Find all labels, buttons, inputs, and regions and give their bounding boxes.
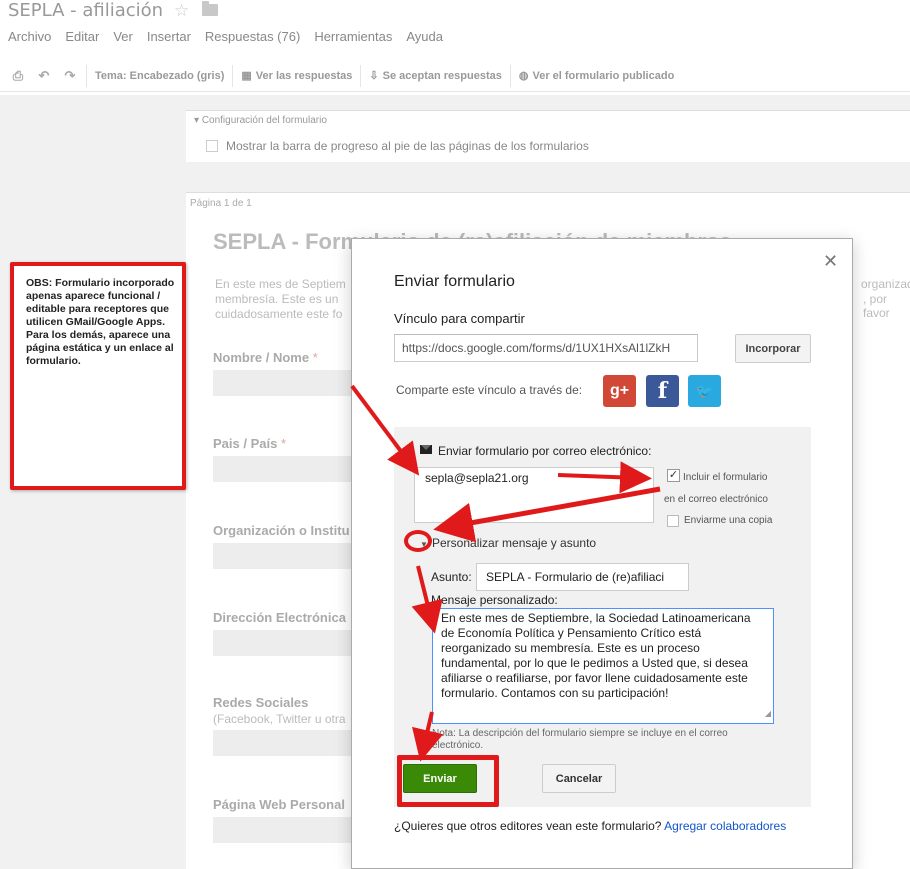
send-copy-label: Enviarme una copia xyxy=(684,515,773,526)
message-textarea[interactable]: En este mes de Septiembre, la Sociedad L… xyxy=(432,608,774,724)
question-label: Página Web Personal xyxy=(213,797,345,812)
menu-respuestas[interactable]: Respuestas (76) xyxy=(205,29,300,44)
share-via-label: Comparte este vínculo a través de: xyxy=(396,383,583,397)
form-settings-card: ▾ Configuración del formulario Mostrar l… xyxy=(186,110,910,162)
toolbar-divider xyxy=(86,64,87,87)
annotation-note-text: OBS: Formulario incorporado apenas apare… xyxy=(26,277,175,367)
envelope-icon xyxy=(420,445,432,454)
required-marker: * xyxy=(280,436,287,451)
subject-label: Asunto: xyxy=(431,570,472,584)
menu-archivo[interactable]: Archivo xyxy=(8,29,51,44)
question-input[interactable] xyxy=(213,456,353,482)
toolbar-divider xyxy=(509,64,511,87)
cancel-button[interactable]: Cancelar xyxy=(542,764,616,793)
embed-button[interactable]: Incorporar xyxy=(735,334,811,363)
menu-bar: Archivo Editar Ver Insertar Respuestas (… xyxy=(8,29,457,44)
form-description-fragment: organizad xyxy=(861,277,910,291)
question-input[interactable] xyxy=(213,817,353,843)
subject-input[interactable]: SEPLA - Formulario de (re)afiliaci xyxy=(476,563,689,591)
collaborators-prompt: ¿Quieres que otros editores vean este fo… xyxy=(394,819,814,834)
question-label: Redes Sociales xyxy=(213,695,309,710)
include-form-checkbox[interactable]: ✓ xyxy=(667,469,680,482)
view-responses-button[interactable]: ▦ Ver las respuestas xyxy=(241,69,353,83)
description-note: Nota: La descripción del formulario siem… xyxy=(432,728,728,751)
progress-bar-checkbox[interactable] xyxy=(206,140,218,152)
question-text: Nombre / Nome xyxy=(213,350,310,365)
twitter-icon[interactable]: 🐦 xyxy=(688,375,721,407)
accepting-label: Se aceptan respuestas xyxy=(382,69,502,82)
inbox-icon: ⇩ xyxy=(369,70,379,82)
toolbar-divider xyxy=(360,64,362,87)
question-text: Pais / País xyxy=(213,436,278,451)
question-input[interactable] xyxy=(213,630,353,656)
progress-bar-option: Mostrar la barra de progreso al pie de l… xyxy=(206,139,589,153)
message-text: En este mes de Septiembre, la Sociedad L… xyxy=(441,611,751,700)
app-header: SEPLA - afiliación ☆ Archivo Editar Ver … xyxy=(0,0,910,95)
menu-herramientas[interactable]: Herramientas xyxy=(314,29,392,44)
email-panel: Enviar formulario por correo electrónico… xyxy=(394,427,811,807)
view-published-label: Ver el formulario publicado xyxy=(532,69,675,82)
document-title[interactable]: SEPLA - afiliación xyxy=(8,0,163,21)
question-input[interactable] xyxy=(213,730,353,756)
send-copy-checkbox[interactable] xyxy=(667,515,679,527)
theme-label: Tema: Encabezado (gris) xyxy=(95,69,225,82)
print-icon[interactable]: ⎙ xyxy=(10,68,26,84)
google-plus-icon[interactable]: g+ xyxy=(603,375,636,407)
view-published-button[interactable]: ◍ Ver el formulario publicado xyxy=(518,69,675,83)
facebook-icon[interactable]: f xyxy=(646,375,679,407)
recipients-input[interactable]: sepla@sepla21.org xyxy=(414,467,654,523)
folder-icon[interactable] xyxy=(202,1,218,16)
form-settings-header[interactable]: ▾ Configuración del formulario xyxy=(194,115,327,126)
share-link-input[interactable]: https://docs.google.com/forms/d/1UX1HXsA… xyxy=(394,334,698,362)
question-label: Organización o Institu xyxy=(213,523,350,538)
required-marker: * xyxy=(312,350,318,365)
page-indicator: Página 1 de 1 xyxy=(190,198,252,209)
customize-toggle[interactable]: Personalizar mensaje y asunto xyxy=(432,536,596,550)
globe-icon: ◍ xyxy=(518,70,529,82)
close-icon[interactable]: ✕ xyxy=(823,251,838,272)
annotation-circle xyxy=(404,530,432,552)
form-settings-heading: Configuración del formulario xyxy=(201,115,327,126)
progress-bar-label: Mostrar la barra de progreso al pie de l… xyxy=(226,139,589,153)
question-label: Pais / País * xyxy=(213,436,286,451)
table-icon: ▦ xyxy=(241,70,252,82)
menu-editar[interactable]: Editar xyxy=(65,29,99,44)
theme-button[interactable]: Tema: Encabezado (gris) xyxy=(95,70,224,82)
redo-icon[interactable]: ↷ xyxy=(62,68,78,84)
menu-ver[interactable]: Ver xyxy=(113,29,133,44)
view-responses-label: Ver las respuestas xyxy=(255,69,353,82)
dialog-title: Enviar formulario xyxy=(394,273,515,290)
collaborators-text: ¿Quieres que otros editores vean este fo… xyxy=(394,819,662,833)
resize-handle-icon[interactable]: ◢ xyxy=(765,706,771,721)
annotation-note: OBS: Formulario incorporado apenas apare… xyxy=(10,262,186,490)
menu-ayuda[interactable]: Ayuda xyxy=(406,29,443,44)
question-label: Nombre / Nome * xyxy=(213,350,318,365)
email-heading: Enviar formulario por correo electrónico… xyxy=(438,444,652,458)
question-help: (Facebook, Twitter u otra xyxy=(213,712,346,726)
menu-insertar[interactable]: Insertar xyxy=(147,29,191,44)
question-input[interactable] xyxy=(213,370,353,396)
star-icon[interactable]: ☆ xyxy=(174,1,189,21)
share-link-label: Vínculo para compartir xyxy=(394,311,525,326)
add-collaborators-link[interactable]: Agregar colaboradores xyxy=(664,819,786,833)
question-input[interactable] xyxy=(213,543,353,569)
message-label: Mensaje personalizado: xyxy=(431,593,558,607)
accepting-responses-button[interactable]: ⇩ Se aceptan respuestas xyxy=(369,69,502,83)
question-label: Dirección Electrónica xyxy=(213,610,346,625)
form-description-fragment: , por favor xyxy=(863,292,890,320)
include-form-label-continued: en el correo electrónico xyxy=(664,494,768,505)
toolbar-divider xyxy=(232,64,234,87)
include-form-label: Incluir el formulario xyxy=(683,472,768,483)
undo-icon[interactable]: ↶ xyxy=(36,68,52,84)
toolbar: ⎙ ↶ ↷ Tema: Encabezado (gris) ▦ Ver las r… xyxy=(0,60,910,92)
annotation-box xyxy=(397,755,499,807)
